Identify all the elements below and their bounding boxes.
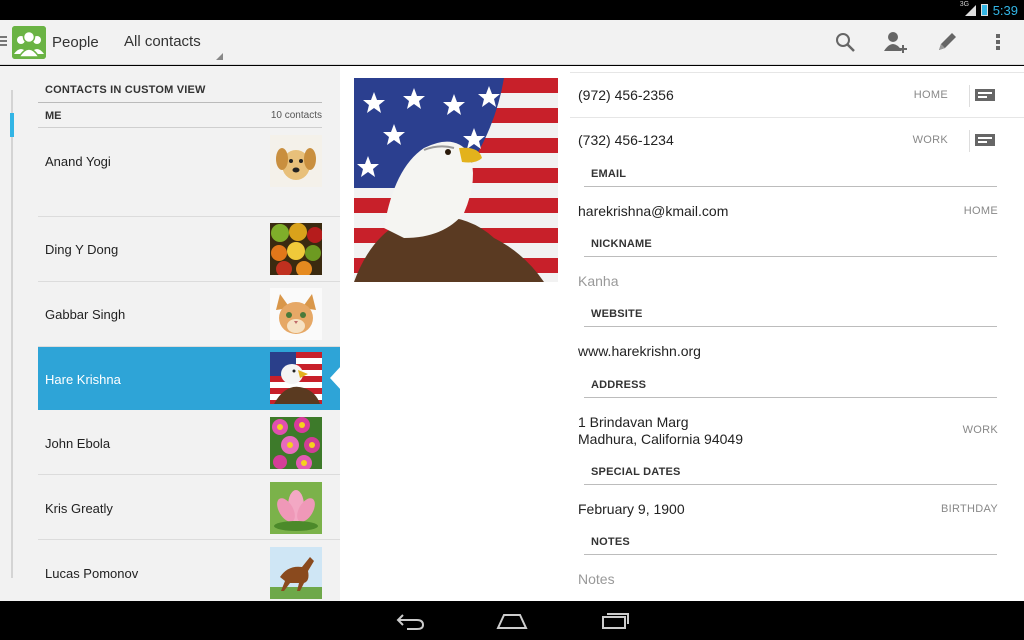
contact-item-kris-greatly[interactable]: Kris Greatly	[38, 475, 340, 540]
signal-icon: 3G	[960, 1, 976, 16]
contact-photo-puppy	[270, 135, 322, 187]
email-type: HOME	[963, 205, 998, 217]
phone-number[interactable]: (732) 456-1234	[578, 132, 674, 148]
notes-section-header: NOTES	[584, 532, 997, 555]
people-app-icon[interactable]	[12, 26, 46, 59]
status-bar: 3G 5:39	[0, 0, 1024, 20]
contact-item-lucas-pomonov[interactable]: Lucas Pomonov	[38, 540, 340, 601]
nickname-section-header: NICKNAME	[584, 234, 997, 257]
section-title: WEBSITE	[591, 308, 643, 320]
section-title: ADDRESS	[591, 379, 647, 391]
overflow-menu-icon[interactable]	[985, 29, 1011, 55]
contact-item-gabbar-singh[interactable]: Gabbar Singh	[38, 282, 340, 347]
battery-icon	[980, 4, 988, 16]
me-label: ME	[45, 110, 62, 122]
website-value[interactable]: www.harekrishn.org	[578, 343, 701, 359]
app-title[interactable]: People	[52, 34, 99, 51]
sms-icon[interactable]	[974, 85, 996, 107]
edit-icon[interactable]	[934, 29, 960, 55]
contact-item-ding-y-dong[interactable]: Ding Y Dong	[38, 217, 340, 282]
section-title: SPECIAL DATES	[591, 466, 681, 478]
navigation-bar	[0, 601, 1024, 640]
contact-name: Kris Greatly	[45, 501, 113, 516]
phone-type: WORK	[912, 134, 948, 146]
phone-row-home[interactable]: (972) 456-2356 HOME	[578, 85, 998, 111]
date-type: BIRTHDAY	[940, 503, 998, 515]
selection-indicator	[330, 366, 340, 390]
search-icon[interactable]	[832, 29, 858, 55]
contact-photo-fruit	[270, 223, 322, 275]
contact-name: Ding Y Dong	[45, 242, 119, 257]
contact-detail-pane: (972) 456-2356 HOME (732) 456-1234 WORK …	[340, 66, 1024, 601]
email-section-header: EMAIL	[584, 164, 997, 187]
divider	[38, 102, 322, 103]
contact-item-hare-krishna[interactable]: Hare Krishna	[38, 347, 340, 410]
contact-name: John Ebola	[45, 436, 111, 451]
contact-name: Lucas Pomonov	[45, 566, 139, 581]
contact-name: Anand Yogi	[45, 154, 111, 169]
divider	[570, 72, 1024, 73]
phone-row-work[interactable]: (732) 456-1234 WORK	[578, 130, 998, 156]
contact-name: Gabbar Singh	[45, 307, 126, 322]
contact-item-anand-yogi[interactable]: Anand Yogi	[38, 128, 340, 217]
address-line-2[interactable]: Madhura, California 94049	[578, 431, 743, 447]
action-bar: People All contacts	[0, 20, 1024, 65]
notes-placeholder[interactable]: Notes	[578, 571, 615, 587]
home-icon[interactable]	[495, 610, 529, 632]
email-value[interactable]: harekrishna@kmail.com	[578, 203, 728, 219]
special-dates-section-header: SPECIAL DATES	[584, 462, 997, 485]
date-row[interactable]: February 9, 1900 BIRTHDAY	[578, 501, 998, 521]
contact-photo-kitten	[270, 288, 322, 340]
address-row[interactable]: 1 Brindavan Marg Madhura, California 940…	[578, 414, 998, 450]
nickname-value[interactable]: Kanha	[578, 273, 618, 289]
phone-type: HOME	[913, 89, 948, 101]
recents-icon[interactable]	[598, 610, 632, 632]
divider	[969, 85, 970, 107]
contact-count: 10 contacts	[270, 110, 322, 121]
contact-name: Hare Krishna	[45, 372, 121, 387]
contact-item-john-ebola[interactable]: John Ebola	[38, 410, 340, 475]
scrollbar-track[interactable]	[11, 90, 13, 578]
notes-row[interactable]: Notes	[578, 571, 998, 591]
address-type: WORK	[962, 424, 998, 436]
clock: 5:39	[992, 2, 1018, 18]
add-contact-icon[interactable]	[882, 29, 908, 55]
date-value[interactable]: February 9, 1900	[578, 501, 685, 517]
back-icon[interactable]	[393, 610, 427, 632]
contact-photo-large[interactable]	[354, 78, 558, 282]
drawer-indicator-icon[interactable]	[0, 36, 7, 46]
contact-photo-lotus	[270, 482, 322, 534]
divider	[969, 130, 970, 152]
spinner-caret-icon	[216, 53, 223, 60]
sms-icon[interactable]	[974, 130, 996, 152]
nickname-row[interactable]: Kanha	[578, 273, 998, 293]
section-title: EMAIL	[591, 168, 627, 180]
website-section-header: WEBSITE	[584, 304, 997, 327]
email-row[interactable]: harekrishna@kmail.com HOME	[578, 203, 998, 223]
scrollbar-thumb[interactable]	[10, 113, 14, 137]
contact-photo-horse	[270, 547, 322, 599]
contact-photo-flowers	[270, 417, 322, 469]
contact-list-pane: CONTACTS IN CUSTOM VIEW ME 10 contacts A…	[0, 66, 340, 601]
address-section-header: ADDRESS	[584, 375, 997, 398]
contact-photo-eagle-flag	[270, 352, 322, 404]
website-row[interactable]: www.harekrishn.org	[578, 343, 998, 363]
contact-filter-spinner[interactable]: All contacts	[124, 33, 201, 50]
list-section-header: CONTACTS IN CUSTOM VIEW	[45, 84, 206, 96]
address-line-1[interactable]: 1 Brindavan Marg	[578, 414, 689, 430]
phone-number[interactable]: (972) 456-2356	[578, 87, 674, 103]
divider	[570, 117, 1024, 118]
section-title: NOTES	[591, 536, 630, 548]
section-title: NICKNAME	[591, 238, 652, 250]
